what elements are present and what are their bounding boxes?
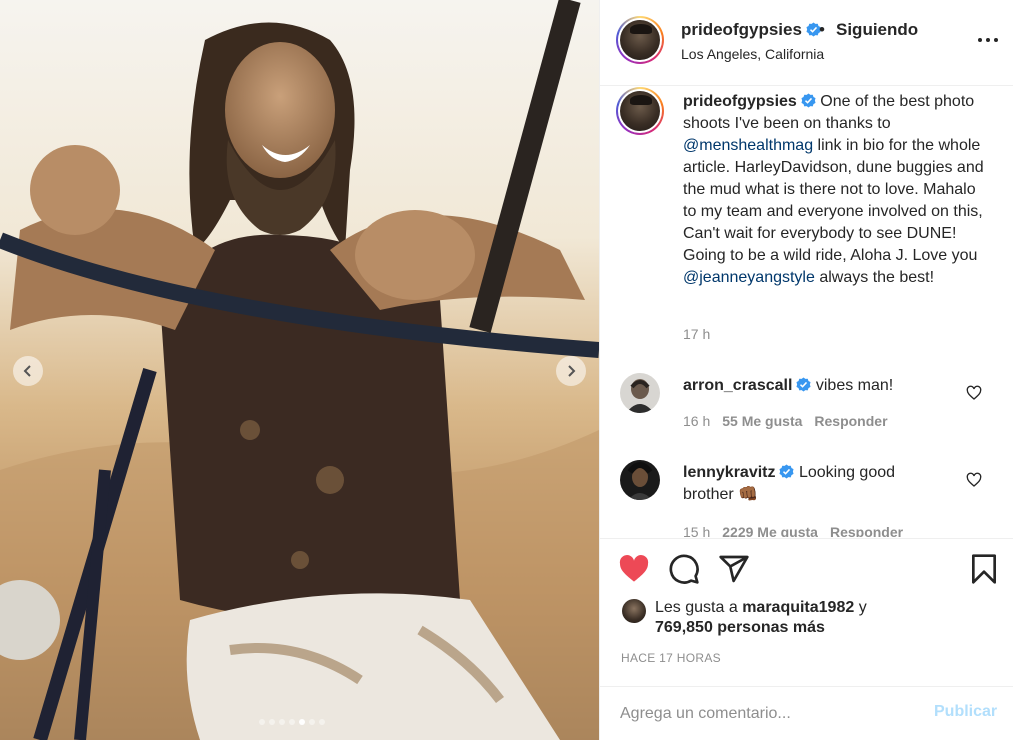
verified-badge-icon	[779, 464, 795, 479]
comment-username[interactable]: lennykravitz	[683, 464, 775, 481]
heart-outline-icon[interactable]	[966, 472, 982, 488]
comments-section: prideofgypsies One of the best photo sho…	[600, 87, 1013, 537]
post-timestamp[interactable]: HACE 17 HORAS	[621, 651, 721, 665]
carousel-dot	[289, 719, 295, 725]
likes-joiner: y	[858, 599, 867, 616]
carousel-dot	[279, 719, 285, 725]
chevron-left-icon	[23, 365, 31, 377]
carousel-dot	[299, 719, 305, 725]
post-photo	[0, 0, 599, 740]
caption-body-3: always the best!	[819, 269, 935, 286]
author-username[interactable]: prideofgypsies	[681, 20, 802, 39]
caption-timestamp[interactable]: 17 h	[683, 326, 710, 342]
add-comment-bar: Publicar	[600, 686, 1013, 740]
post-comment-button[interactable]: Publicar	[934, 703, 997, 721]
post-actions: Les gusta a maraquita1982 y 769,850 pers…	[600, 538, 1013, 686]
comment-likes[interactable]: 2229 Me gusta	[722, 524, 818, 537]
chevron-right-icon	[568, 365, 576, 377]
mention-link[interactable]: @menshealthmag	[683, 137, 813, 154]
comment-time[interactable]: 16 h	[683, 413, 710, 429]
fist-emoji: 👊🏾	[738, 486, 759, 503]
carousel-indicator	[259, 719, 325, 725]
comment-input[interactable]	[620, 701, 920, 727]
author-avatar[interactable]	[616, 16, 664, 64]
location-link[interactable]: Los Angeles, California	[681, 46, 824, 62]
heart-filled-icon[interactable]	[618, 553, 650, 585]
speech-bubble-icon[interactable]	[668, 553, 700, 585]
instagram-post: prideofgypsies • Siguiendo Los Angeles, …	[0, 0, 1013, 740]
likes-count[interactable]: 769,850 personas más	[655, 619, 825, 637]
more-options-icon[interactable]	[978, 30, 998, 50]
mention-link[interactable]: @jeanneyangstyle	[683, 269, 815, 286]
comment-username[interactable]: arron_crascall	[683, 377, 792, 394]
reply-button[interactable]: Responder	[814, 413, 887, 429]
comment-likes[interactable]: 55 Me gusta	[722, 413, 802, 429]
next-slide-button[interactable]	[556, 356, 586, 386]
post-sidebar: prideofgypsies • Siguiendo Los Angeles, …	[599, 0, 1013, 740]
caption-body-2: link in bio for the whole article. Harle…	[683, 137, 984, 264]
caption-text: prideofgypsies One of the best photo sho…	[683, 91, 988, 289]
comment: arron_crascall vibes man! 16 h 55 Me gust…	[600, 373, 1013, 453]
carousel-dot	[269, 719, 275, 725]
carousel-dot	[319, 719, 325, 725]
post-header: prideofgypsies • Siguiendo Los Angeles, …	[600, 0, 1013, 86]
comment-text: vibes man!	[815, 377, 894, 394]
carousel-dot	[259, 719, 265, 725]
liker-username[interactable]: maraquita1982	[742, 599, 854, 616]
comment: lennykravitz Looking good brother 👊🏾 15 …	[600, 460, 1013, 537]
comment-avatar[interactable]	[620, 460, 660, 500]
comment-avatar[interactable]	[620, 373, 660, 413]
likes-prefix: Les gusta a	[655, 599, 738, 616]
liker-avatar[interactable]	[622, 599, 646, 623]
caption-author-avatar[interactable]	[616, 87, 664, 135]
bookmark-icon[interactable]	[968, 553, 1000, 585]
verified-badge-icon	[796, 377, 811, 392]
header-separator: •	[819, 20, 825, 39]
previous-slide-button[interactable]	[13, 356, 43, 386]
caption-username[interactable]: prideofgypsies	[683, 93, 797, 110]
carousel-dot	[309, 719, 315, 725]
verified-badge-icon	[801, 93, 816, 108]
reply-button[interactable]: Responder	[830, 524, 903, 537]
paper-plane-icon[interactable]	[718, 553, 750, 585]
post-media[interactable]	[0, 0, 599, 740]
heart-outline-icon[interactable]	[966, 385, 982, 401]
comment-time[interactable]: 15 h	[683, 524, 710, 537]
following-button[interactable]: Siguiendo	[836, 20, 918, 40]
